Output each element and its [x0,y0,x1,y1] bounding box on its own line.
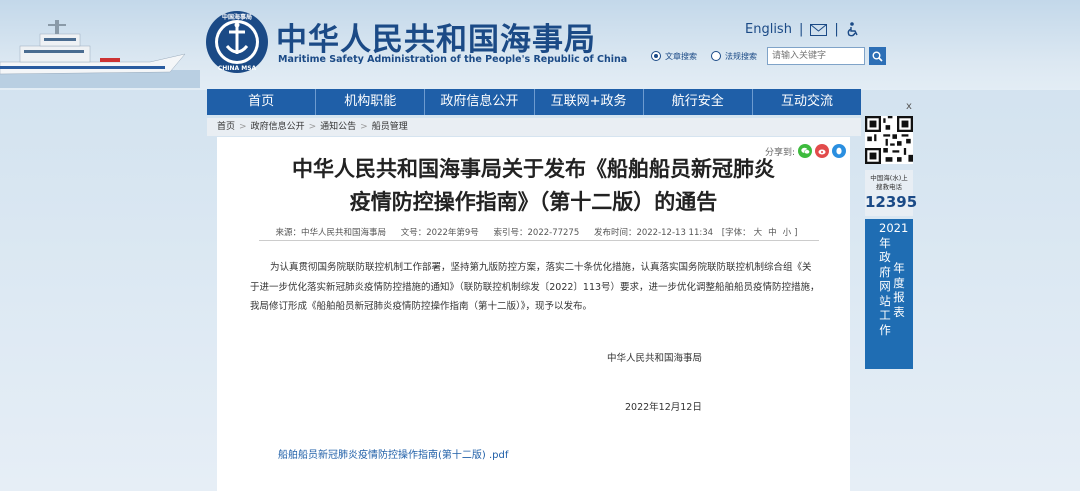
msa-logo: 中国海事局 CHINA MSA [206,11,268,73]
site-subtitle: Maritime Safety Administration of the Pe… [278,54,628,65]
meta-source: 来源：中华人民共和国海事局 [275,228,387,238]
nav-gov-info[interactable]: 政府信息公开 [425,89,535,115]
font-size-big[interactable]: 大 [754,228,763,238]
report-text-col2: 年度报表 [893,261,905,319]
article-meta: 来源：中华人民共和国海事局 文号：2022年第9号 索引号：2022-77275… [217,226,850,238]
attachment-link[interactable]: 船舶船员新冠肺炎疫情防控操作指南(第十二版) .pdf [278,446,508,461]
rescue-hotline[interactable]: 中国海(水)上 搜救电话 12395 [865,170,918,216]
mail-icon[interactable] [810,23,828,36]
qr-code-image [865,116,913,164]
meta-divider [259,240,819,241]
breadcrumb-crew[interactable]: 船员管理 [372,122,408,132]
hotline-line2: 搜救电话 [876,183,902,191]
search-button[interactable] [869,47,886,65]
main-nav: 首页 机构职能 政府信息公开 互联网+政务 航行安全 互动交流 [207,89,861,115]
radio-law-search[interactable] [711,51,721,61]
logo-top-text: 中国海事局 [222,13,252,21]
breadcrumb-gov-info[interactable]: 政府信息公开 [251,122,305,132]
close-float-button[interactable]: x [906,101,912,112]
article-body: 为认真贯彻国务院联防联控机制工作部署，坚持第九版防控方案，落实二十条优化措施，认… [250,262,820,312]
separator: | [834,22,839,37]
radio-law-label: 法规搜索 [725,51,757,61]
hotline-number: 12395 [865,193,918,211]
meta-publish-time: 发布时间：2022-12-13 11:34 [593,228,714,238]
breadcrumb-sep: > [239,122,247,132]
nav-internet-services[interactable]: 互联网+政务 [535,89,644,115]
search-bar: 文章搜索 法规搜索 [651,47,886,65]
meta-index-no: 索引号：2022-77275 [493,228,580,238]
separator: | [798,22,804,37]
nav-navigation-safety[interactable]: 航行安全 [644,89,753,115]
annual-report-banner[interactable]: 2021年政府网站工作 年度报表 [865,219,913,369]
search-icon [872,51,883,62]
patrol-ship-image [0,20,200,88]
nav-home[interactable]: 首页 [207,89,317,115]
article-title: 中华人民共和国海事局关于发布《船舶船员新冠肺炎疫情防控操作指南》（第十二版）的通… [292,157,775,214]
article-signature: 中华人民共和国海事局 [607,353,703,364]
article-panel: 分享到: 中华人民共和国海事局关于发布《船舶船员新冠肺炎疫情防控操作指南》（第十… [217,137,850,491]
accessibility-icon[interactable] [846,22,859,37]
meta-doc-no: 文号：2022年第9号 [400,228,479,238]
font-size-mid[interactable]: 中 [768,228,777,238]
nav-interaction[interactable]: 互动交流 [753,89,861,115]
font-size-label: [字体： [721,228,751,238]
breadcrumb-sep: > [308,122,317,132]
breadcrumb-home[interactable]: 首页 [217,122,235,132]
top-links: English | | [745,22,859,37]
breadcrumb-sep: > [360,122,368,132]
logo-bottom-text: CHINA MSA [218,65,257,72]
hotline-line1: 中国海(水)上 [870,174,908,182]
font-size-small[interactable]: 小 [783,228,792,238]
breadcrumb-notices[interactable]: 通知公告 [320,122,356,132]
article-date: 2022年12月12日 [625,402,702,413]
search-input[interactable] [767,47,865,65]
english-link[interactable]: English [745,22,792,37]
radio-article-search[interactable] [651,51,661,61]
radio-article-label: 文章搜索 [665,51,697,61]
breadcrumb: 首页 > 政府信息公开 > 通知公告 > 船员管理 [207,118,861,136]
nav-functions[interactable]: 机构职能 [316,89,426,115]
site-title: 中华人民共和国海事局 [276,22,596,58]
font-size-end: ] [794,228,798,238]
report-text-col1: 2021年政府网站工作 [879,221,909,337]
